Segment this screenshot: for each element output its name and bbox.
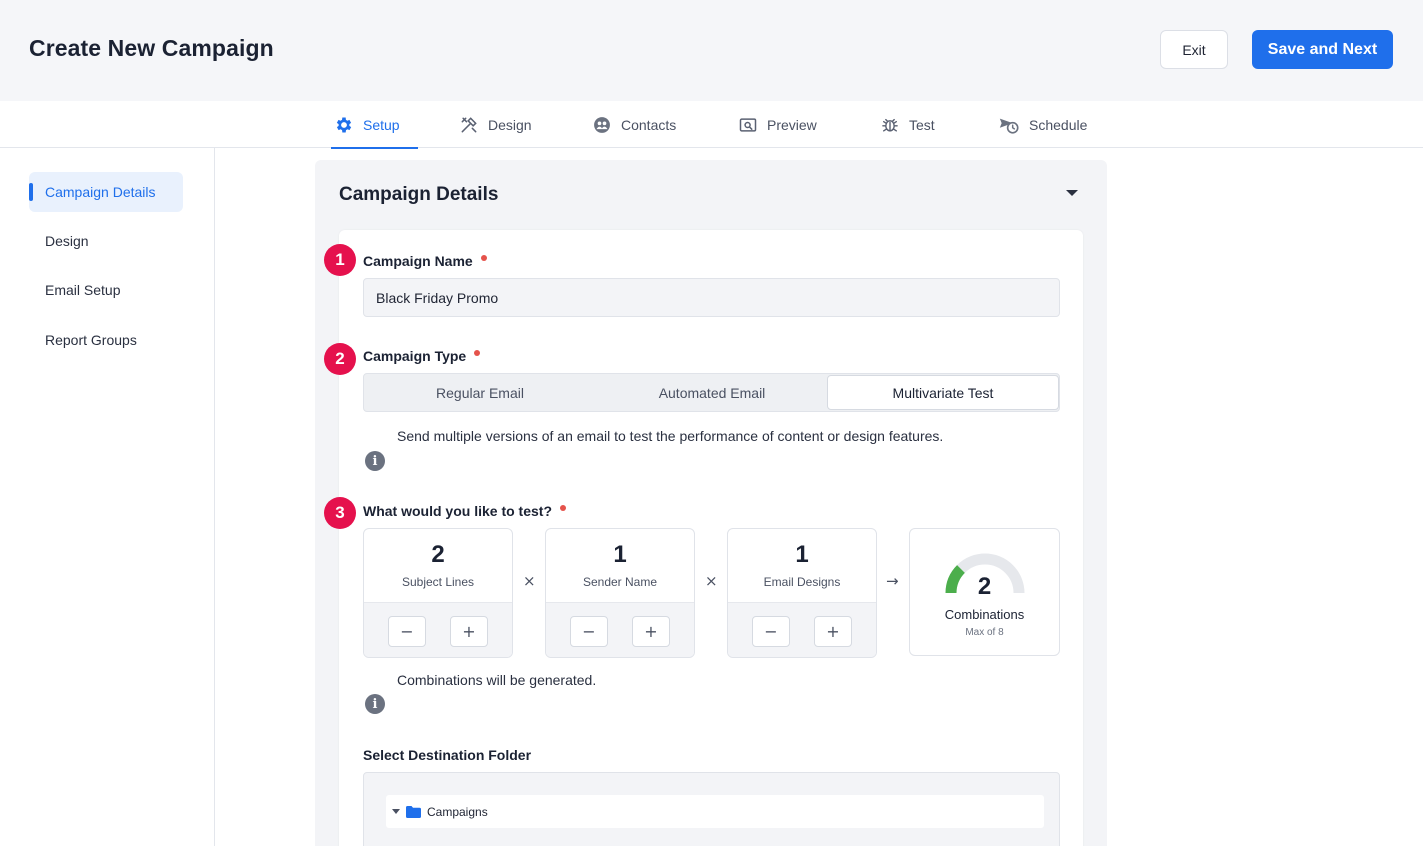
type-option-regular-email[interactable]: Regular Email [364, 374, 596, 411]
tab-schedule-label: Schedule [1029, 116, 1088, 133]
type-option-automated-email[interactable]: Automated Email [596, 374, 828, 411]
destination-folder-label: Select Destination Folder [363, 747, 532, 763]
step-badge-3: 3 [324, 497, 356, 529]
folder-item-campaigns[interactable]: Campaigns [386, 795, 1044, 828]
test-label-text: What would you like to test? [363, 503, 552, 519]
type-option-multivariate-test[interactable]: Multivariate Test [827, 375, 1059, 410]
email-designs-decrement-button[interactable]: − [752, 616, 790, 647]
sender-name-count: 1 [613, 541, 627, 568]
tab-preview-label: Preview [767, 116, 817, 133]
schedule-icon [999, 118, 1019, 134]
sidebar-item-design[interactable]: Design [29, 221, 183, 261]
email-designs-label: Email Designs [763, 575, 841, 589]
email-designs-increment-button[interactable]: + [814, 616, 852, 647]
sender-name-counter: 1 Sender Name − + [545, 528, 695, 658]
folder-tree: Campaigns [363, 772, 1060, 846]
sender-name-decrement-button[interactable]: − [570, 616, 608, 647]
required-dot-icon [560, 505, 566, 511]
combinations-label: Combinations [944, 607, 1025, 622]
step-badge-2: 2 [324, 343, 356, 375]
tab-test[interactable]: Test [880, 101, 935, 148]
tab-setup[interactable]: Setup [331, 101, 418, 149]
gear-icon [336, 117, 352, 132]
arrow-right-icon: → [886, 572, 899, 590]
counter-controls: − + [728, 602, 876, 657]
page-title: Create New Campaign [29, 35, 274, 61]
tab-contacts[interactable]: Contacts [592, 101, 676, 148]
subject-lines-counter: 2 Subject Lines − + [363, 528, 513, 658]
collapse-caret-icon[interactable] [1066, 190, 1078, 196]
campaign-name-label-text: Campaign Name [363, 253, 473, 269]
subject-lines-count: 2 [431, 541, 445, 568]
multiply-icon: × [523, 572, 536, 590]
folder-name: Campaigns [427, 804, 488, 819]
email-designs-counter: 1 Email Designs − + [727, 528, 877, 658]
tab-preview[interactable]: Preview [738, 101, 817, 148]
counter-controls: − + [364, 602, 512, 657]
campaign-type-info: Send multiple versions of an email to te… [397, 428, 944, 444]
combinations-info: Combinations will be generated. [397, 672, 597, 688]
info-icon: i [365, 451, 385, 471]
contacts-icon [594, 116, 610, 133]
tools-icon [461, 116, 477, 132]
sidebar-item-campaign-details[interactable]: Campaign Details [29, 172, 183, 212]
required-dot-icon [480, 255, 487, 261]
combinations-count: 2 [977, 573, 992, 600]
sender-name-label: Sender Name [582, 575, 658, 589]
campaign-type-label-text: Campaign Type [363, 348, 467, 364]
section-sidebar: Campaign Details Design Email Setup Repo… [0, 148, 215, 846]
tab-contacts-label: Contacts [621, 116, 677, 133]
folder-icon [406, 805, 421, 818]
campaign-type-label: Campaign Type [363, 348, 481, 364]
step-badge-1: 1 [324, 244, 356, 276]
preview-icon [739, 117, 757, 132]
subject-lines-decrement-button[interactable]: − [388, 616, 426, 647]
bug-icon [882, 118, 898, 132]
tab-design-label: Design [488, 116, 532, 133]
combinations-card: 2 Combinations Max of 8 [909, 528, 1060, 656]
save-and-next-button[interactable]: Save and Next [1252, 30, 1393, 69]
campaign-name-label: Campaign Name [363, 253, 487, 269]
subject-lines-label: Subject Lines [401, 575, 475, 589]
info-icon: i [365, 694, 385, 714]
tab-schedule[interactable]: Schedule [998, 101, 1087, 148]
sidebar-item-email-setup[interactable]: Email Setup [29, 270, 183, 310]
exit-button[interactable]: Exit [1160, 30, 1228, 69]
required-dot-icon [474, 350, 481, 356]
panel-title: Campaign Details [339, 184, 499, 205]
multiply-icon: × [705, 572, 718, 590]
combinations-max: Max of 8 [965, 627, 1004, 638]
sender-name-increment-button[interactable]: + [632, 616, 670, 647]
top-bar: Create New Campaign Exit Save and Next [0, 0, 1423, 101]
tab-setup-label: Setup [363, 116, 400, 133]
campaign-name-input[interactable] [363, 278, 1060, 317]
email-designs-count: 1 [795, 541, 809, 568]
sidebar-item-report-groups[interactable]: Report Groups [29, 320, 183, 360]
subject-lines-increment-button[interactable]: + [450, 616, 488, 647]
caret-down-icon[interactable] [392, 809, 400, 814]
tab-design[interactable]: Design [459, 101, 532, 148]
campaign-type-selector: Regular Email Automated Email Multivaria… [363, 373, 1060, 412]
step-tabs: Setup Design Contacts Preview Test Sched… [0, 101, 1423, 149]
tab-test-label: Test [909, 116, 935, 133]
test-label: What would you like to test? [363, 503, 566, 519]
counter-controls: − + [546, 602, 694, 657]
